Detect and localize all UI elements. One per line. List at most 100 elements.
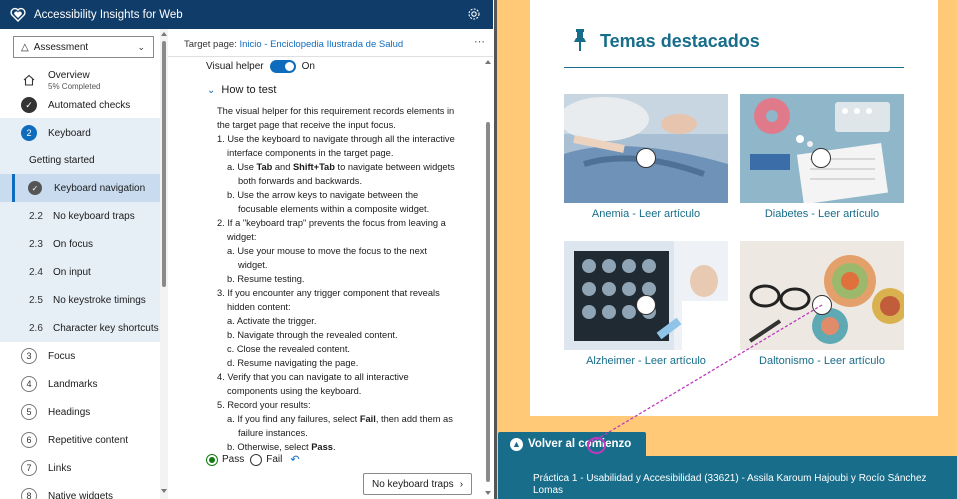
target-page-prefix: Target page:	[184, 39, 240, 50]
nav-section[interactable]: 4 Landmarks	[0, 370, 160, 398]
nav-scroll-thumb[interactable]	[162, 41, 166, 287]
nav-subitem-number: 2.4	[29, 266, 43, 278]
target-page-link[interactable]: Inicio - Enciclopedia Ilustrada de Salud	[239, 39, 403, 50]
nav-section[interactable]: 8 Native widgets	[0, 482, 160, 499]
instruction-line: 3. If you encounter any trigger componen…	[217, 288, 440, 298]
chevron-down-icon: ⌄	[137, 42, 145, 52]
overview-progress: 5% Completed	[48, 81, 101, 91]
page-footer: Práctica 1 - Usabilidad y Accesibilidad …	[498, 456, 957, 499]
nav-overview[interactable]: Overview 5% Completed	[0, 65, 160, 95]
nav-keyboard-number: 2	[21, 125, 37, 141]
focus-order-marker	[636, 148, 656, 168]
nav-overview-label: Overview	[48, 69, 90, 81]
nav-scrollbar[interactable]	[160, 29, 168, 499]
nav-subitem[interactable]: 2.6 Character key shortcuts	[0, 314, 160, 342]
instruction-line: 4. Verify that you can navigate to all i…	[217, 372, 409, 382]
instruction-line: hidden content:	[227, 302, 291, 312]
fail-keyword: Fail	[359, 414, 376, 424]
instruction-line: widget.	[238, 260, 268, 270]
article-link-alzheimer[interactable]: Alzheimer - Leer artículo	[558, 355, 734, 367]
nav-subitem-label: No keystroke timings	[53, 294, 146, 306]
check-icon: ✓	[21, 97, 37, 113]
instruction-line: The visual helper for this requirement r…	[217, 106, 455, 116]
scroll-down-icon[interactable]	[161, 489, 167, 493]
selection-indicator	[12, 174, 15, 202]
footer-line: Práctica 1 - Usabilidad y Accesibilidad …	[533, 473, 927, 484]
pass-keyword: Pass	[311, 442, 333, 452]
app-title: Accessibility Insights for Web	[34, 8, 183, 21]
accessibility-insights-window: Accessibility Insights for Web △ Assessm…	[0, 0, 493, 499]
instruction-line: the target page that receive the input f…	[217, 120, 396, 130]
content-scrollbar[interactable]	[484, 58, 492, 499]
visual-helper-toggle[interactable]	[269, 60, 296, 73]
nav-section[interactable]: 3 Focus	[0, 342, 160, 370]
nav-keyboard[interactable]: 2 Keyboard	[0, 118, 160, 148]
shift-tab-key: Shift+Tab	[292, 162, 335, 172]
scroll-down-icon[interactable]	[485, 491, 491, 495]
nav-subitem-label: Character key shortcuts	[53, 322, 159, 334]
more-options-icon[interactable]: ⋯	[474, 35, 485, 48]
title-bar: Accessibility Insights for Web	[0, 0, 493, 29]
instruction-line: b. Navigate through the revealed content…	[227, 330, 398, 340]
next-requirement-button[interactable]: No keyboard traps ›	[363, 473, 472, 495]
nav-keyboard-navigation-label: Keyboard navigation	[54, 182, 146, 194]
next-requirement-label: No keyboard traps	[371, 478, 454, 490]
pass-radio[interactable]	[206, 453, 218, 466]
nav-subitem[interactable]: 2.5 No keystroke timings	[0, 286, 160, 314]
back-to-top-label: Volver al comienzo	[528, 438, 632, 450]
result-radio-group: Pass Fail ↶	[206, 453, 300, 466]
nav-section-label: Headings	[48, 406, 91, 418]
nav-automated-checks[interactable]: ✓ Automated checks	[0, 93, 160, 117]
nav-subitem[interactable]: 2.4 On input	[0, 258, 160, 286]
instruction-line: a. Use your mouse to move the focus to t…	[227, 246, 427, 256]
chevron-right-icon: ›	[459, 478, 464, 490]
nav-subitem-label: On input	[53, 266, 91, 278]
focus-indicator	[587, 437, 606, 454]
pin-icon	[574, 29, 586, 51]
web-page-scrollbar[interactable]	[494, 0, 497, 499]
content-scroll-thumb[interactable]	[486, 122, 490, 482]
fail-radio[interactable]	[250, 453, 263, 466]
instruction-line: widget:	[227, 232, 257, 242]
nav-section-number: 8	[21, 488, 37, 499]
article-link-daltonismo[interactable]: Daltonismo - Leer artículo	[734, 355, 910, 367]
left-nav: △ Assessment ⌄ Overview 5% Completed ✓ A…	[0, 29, 160, 499]
how-to-test-toggle[interactable]: ⌄ How to test	[207, 84, 276, 96]
nav-getting-started[interactable]: Getting started	[0, 146, 160, 174]
instruction-line: b. Use the arrow keys to navigate betwee…	[227, 190, 419, 200]
nav-subitem-number: 2.2	[29, 210, 43, 222]
target-page: Target page: Inicio - Enciclopedia Ilust…	[184, 39, 403, 50]
nav-getting-started-label: Getting started	[29, 154, 95, 166]
nav-subitem-number: 2.6	[29, 322, 43, 334]
nav-subitem[interactable]: 2.2 No keyboard traps	[0, 202, 160, 230]
scroll-up-icon[interactable]	[161, 32, 167, 36]
focus-order-marker	[812, 295, 832, 315]
fail-label: Fail	[266, 454, 283, 465]
instruction-line: 5. Record your results:	[217, 400, 311, 410]
nav-section[interactable]: 7 Links	[0, 454, 160, 482]
nav-section-label: Native widgets	[48, 490, 114, 499]
scroll-up-icon[interactable]	[485, 60, 491, 64]
check-icon: ✓	[28, 181, 42, 195]
visual-helper-label: Visual helper	[206, 61, 264, 72]
target-web-page: Temas destacados Anemia - Leer artículo	[494, 0, 957, 499]
divider	[168, 56, 493, 57]
nav-keyboard-navigation[interactable]: ✓ Keyboard navigation	[0, 174, 160, 202]
article-link-anemia[interactable]: Anemia - Leer artículo	[558, 208, 734, 220]
gear-icon[interactable]	[467, 7, 481, 21]
nav-subitem-number: 2.3	[29, 238, 43, 250]
nav-section[interactable]: 5 Headings	[0, 398, 160, 426]
article-link-diabetes[interactable]: Diabetes - Leer artículo	[734, 208, 910, 220]
undo-icon[interactable]: ↶	[290, 453, 299, 466]
back-to-top-link[interactable]: ▲ Volver al comienzo	[498, 432, 646, 456]
visual-helper: Visual helper On	[206, 60, 315, 73]
visual-helper-state: On	[301, 61, 315, 72]
mode-select[interactable]: △ Assessment ⌄	[13, 36, 154, 58]
instruction-line: a. If you find any failures, select Fail…	[227, 414, 453, 424]
instruction-line: 1. Use the keyboard to navigate through …	[217, 134, 455, 144]
nav-subitem[interactable]: 2.3 On focus	[0, 230, 160, 258]
instruction-line: interface components in the target page.	[227, 148, 394, 158]
instruction-line: a. Activate the trigger.	[227, 316, 317, 326]
nav-section[interactable]: 6 Repetitive content	[0, 426, 160, 454]
how-to-test-title: How to test	[221, 84, 277, 96]
